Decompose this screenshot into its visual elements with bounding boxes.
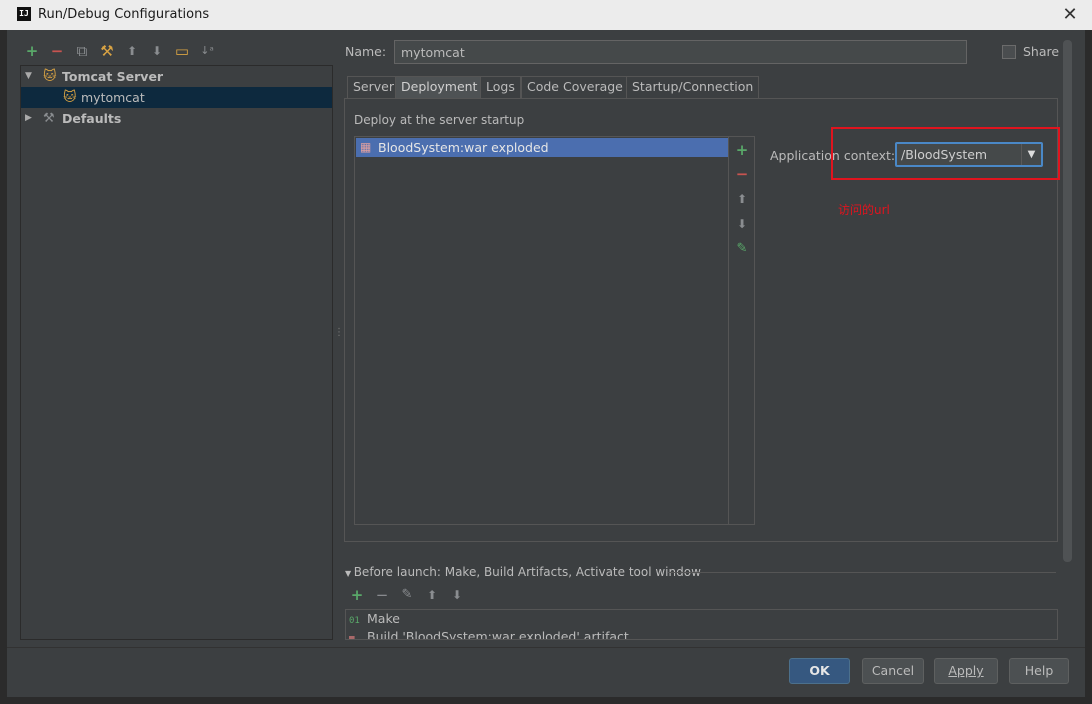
expand-arrow-icon[interactable]: ▼ (25, 66, 32, 87)
configuration-tree[interactable]: ▼ 🐱 Tomcat Server 🐱 mytomcat ▶ ⚒ Default… (20, 65, 333, 640)
name-label: Name: (345, 44, 387, 59)
tab-bar: Server Deployment Logs Code Coverage Sta… (347, 76, 760, 98)
tab-startup-connection[interactable]: Startup/Connection (626, 76, 760, 98)
tomcat-icon: 🐱 (63, 90, 77, 105)
tab-code-coverage[interactable]: Code Coverage (521, 76, 629, 98)
apply-button[interactable]: Apply (934, 658, 998, 684)
remove-icon[interactable]: − (48, 42, 66, 60)
collapse-arrow-icon[interactable]: ▼ (345, 569, 354, 578)
name-field[interactable]: mytomcat (394, 40, 967, 64)
tree-item-label: mytomcat (81, 90, 145, 105)
highlight-box (831, 127, 1060, 180)
artifact-icon: ▦ (349, 634, 355, 640)
list-item-label: BloodSystem:war exploded (378, 140, 549, 155)
tree-item-defaults[interactable]: ▶ ⚒ Defaults (21, 108, 332, 129)
edit-icon[interactable]: ✎ (733, 240, 751, 258)
before-launch-header[interactable]: ▼ Before launch: Make, Build Artifacts, … (345, 565, 701, 579)
wrench-icon: ⚒ (43, 111, 55, 126)
help-button[interactable]: Help (1009, 658, 1069, 684)
list-item[interactable]: ▦ BloodSystem:war exploded (356, 138, 728, 157)
deploy-list[interactable]: ▦ BloodSystem:war exploded (354, 136, 729, 525)
tomcat-icon: 🐱 (43, 69, 57, 84)
tab-server[interactable]: Server (347, 76, 400, 98)
deploy-list-toolbar: + − ⬆ ⬇ ✎ (729, 136, 755, 525)
annotation-text: 访问的url (838, 203, 890, 217)
before-launch-label: Before launch: Make, Build Artifacts, Ac… (353, 565, 701, 579)
collapse-arrow-icon[interactable]: ▶ (25, 108, 32, 129)
edit-icon[interactable]: ✎ (398, 586, 416, 604)
remove-icon[interactable]: − (733, 165, 751, 183)
tree-item-tomcat-server[interactable]: ▼ 🐱 Tomcat Server (21, 66, 332, 87)
move-up-icon[interactable]: ⬆ (733, 190, 751, 208)
divider (668, 572, 1056, 573)
apply-button-label: Apply (948, 663, 984, 678)
cancel-button[interactable]: Cancel (862, 658, 924, 684)
move-down-icon[interactable]: ⬇ (448, 586, 466, 604)
list-item[interactable]: 01 Make (349, 610, 400, 627)
edit-defaults-icon[interactable]: ⚒ (98, 42, 116, 60)
share-label[interactable]: Share (1023, 44, 1059, 59)
tab-logs[interactable]: Logs (480, 76, 521, 98)
folder-icon[interactable]: ▭ (173, 42, 191, 60)
remove-icon[interactable]: − (373, 586, 391, 604)
add-icon[interactable]: + (733, 141, 751, 159)
splitter-handle[interactable]: ⋮ (334, 328, 344, 346)
add-icon[interactable]: + (23, 42, 41, 60)
before-launch-list[interactable]: 01 Make ▦ Build 'BloodSystem:war exploded'… (345, 609, 1058, 640)
window-title: Run/Debug Configurations (38, 7, 210, 22)
move-up-icon[interactable]: ⬆ (423, 586, 441, 604)
move-up-icon[interactable]: ⬆ (123, 42, 141, 60)
app-logo-icon: IJ (17, 7, 31, 21)
close-icon[interactable]: ✕ (1058, 3, 1082, 27)
list-item[interactable]: ▦ Build 'BloodSystem:war exploded' artifa… (349, 628, 629, 640)
sort-icon[interactable]: ↓ᵃ (198, 42, 216, 60)
tree-item-label: Tomcat Server (62, 69, 164, 84)
copy-icon[interactable]: ⧉ (73, 42, 91, 60)
tree-item-mytomcat[interactable]: 🐱 mytomcat (21, 87, 332, 108)
share-checkbox[interactable] (1002, 45, 1016, 59)
scrollbar[interactable] (1063, 40, 1072, 562)
task-label: Make (367, 611, 400, 626)
divider (7, 647, 1085, 648)
move-down-icon[interactable]: ⬇ (148, 42, 166, 60)
task-label: Build 'BloodSystem:war exploded' artifac… (367, 629, 629, 640)
deploy-section-label: Deploy at the server startup (354, 113, 525, 127)
move-down-icon[interactable]: ⬇ (733, 215, 751, 233)
tree-item-label: Defaults (62, 111, 122, 126)
tab-deployment[interactable]: Deployment (395, 76, 484, 98)
ok-button[interactable]: OK (789, 658, 850, 684)
artifact-icon: ▦ (360, 140, 372, 154)
add-icon[interactable]: + (348, 586, 366, 604)
